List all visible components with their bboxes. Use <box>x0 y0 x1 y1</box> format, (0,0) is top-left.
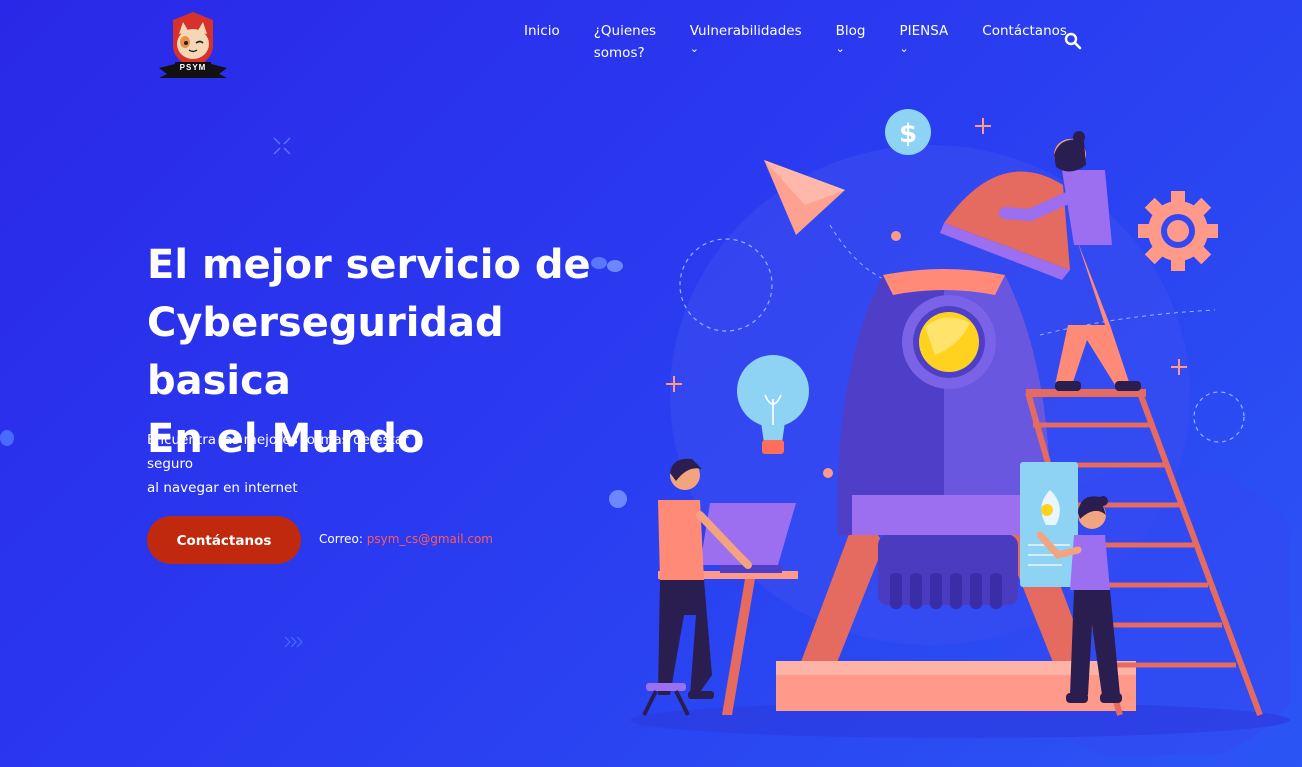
sparkle-icon <box>273 137 291 155</box>
hero-title-line: Cyberseguridad basica <box>147 300 504 404</box>
nav-item-label: Contáctanos <box>982 23 1067 39</box>
hero-subtitle-line: al navegar en internet <box>147 480 298 496</box>
nav-item-vulnerabilidades[interactable]: Vulnerabilidades ⌄ <box>690 20 802 64</box>
nav-item-label: Vulnerabilidades <box>689 23 802 39</box>
nav-item-label: Inicio <box>524 23 560 39</box>
site-logo[interactable]: PSYM <box>155 10 231 80</box>
chevron-down-icon: ⌄ <box>899 42 909 55</box>
nav-item-label: ¿Quienes somos? <box>593 23 657 61</box>
hero-subtitle-line: Encuentra las mejores formas de estar se… <box>147 432 409 472</box>
svg-text:$: $ <box>899 119 917 149</box>
contact-cta-button[interactable]: Contáctanos <box>147 516 301 564</box>
arrows-icon <box>284 636 303 648</box>
hero-title-line: El mejor servicio de <box>147 242 591 288</box>
nav-item-piensa[interactable]: PIENSA ⌄ <box>899 20 948 64</box>
chevron-down-icon: ⌄ <box>689 42 699 55</box>
email-link[interactable]: psym_cs@gmail.com <box>367 532 493 546</box>
email-contact: Correo: psym_cs@gmail.com <box>319 532 493 546</box>
nav-item-label: Blog <box>835 23 866 39</box>
chevron-down-icon: ⌄ <box>835 42 845 55</box>
nav-item-quienes-somos[interactable]: ¿Quienes somos? <box>594 20 656 64</box>
rocket-team-illustration: $ <box>609 109 1290 755</box>
search-icon <box>1064 32 1082 50</box>
nav-item-label: PIENSA <box>899 23 949 39</box>
nav-item-blog[interactable]: Blog ⌄ <box>836 20 866 64</box>
search-button[interactable] <box>1064 32 1082 50</box>
nav-item-contactanos[interactable]: Contáctanos <box>982 20 1067 64</box>
email-label: Correo: <box>319 532 363 546</box>
hero-subtitle: Encuentra las mejores formas de estar se… <box>147 428 447 500</box>
main-nav: Inicio ¿Quienes somos? Vulnerabilidades … <box>524 20 1101 64</box>
nav-item-inicio[interactable]: Inicio <box>524 20 560 64</box>
decor-dot <box>0 430 14 446</box>
logo-text: PSYM <box>175 62 211 73</box>
